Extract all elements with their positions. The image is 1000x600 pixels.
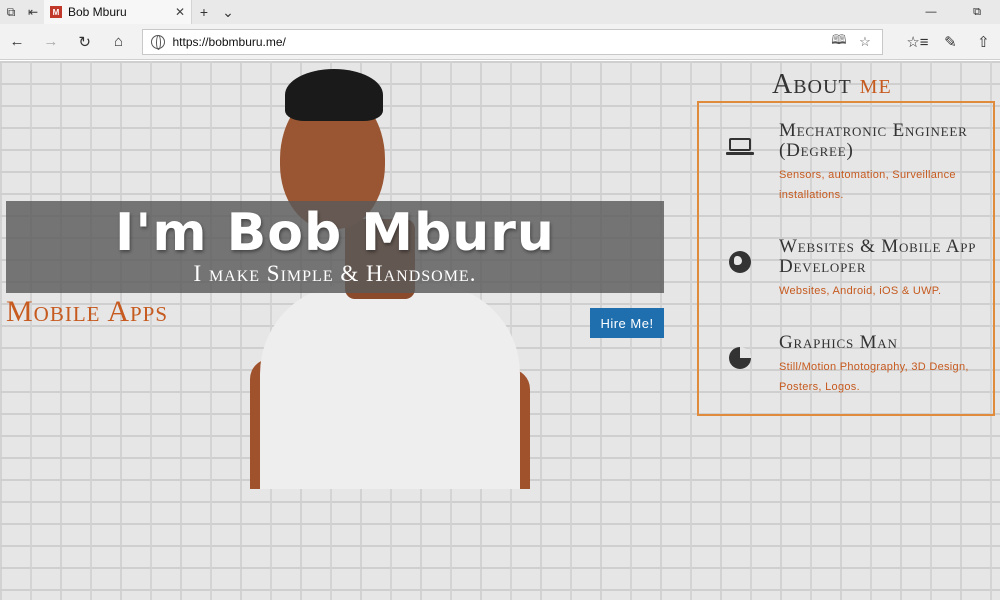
laptop-icon bbox=[726, 131, 754, 157]
pen-icon[interactable]: ✎ bbox=[934, 24, 967, 60]
service-desc: Still/Motion Photography, 3D Design, Pos… bbox=[779, 361, 969, 393]
maximize-icon[interactable]: ⧉ bbox=[954, 0, 1000, 24]
tab-preview-icon[interactable]: ⧉ bbox=[0, 0, 22, 24]
person-hair bbox=[285, 69, 383, 121]
home-icon[interactable]: ⌂ bbox=[102, 24, 136, 60]
tabs-aside-icon[interactable]: ⇤ bbox=[22, 0, 44, 24]
about-title-accent: me bbox=[859, 69, 892, 100]
about-title: About me bbox=[772, 69, 892, 101]
hero-tagline: I make Simple & Handsome. bbox=[193, 261, 477, 286]
service-title: Mechatronic Engineer (Degree) bbox=[779, 120, 968, 161]
globe-icon bbox=[727, 249, 753, 275]
about-panel: Mechatronic Engineer (Degree) Sensors, a… bbox=[697, 101, 995, 416]
site-favicon-icon: M bbox=[50, 6, 62, 18]
refresh-icon[interactable]: ↻ bbox=[68, 24, 102, 60]
tab-list-chevron-icon[interactable]: ⌄ bbox=[216, 0, 240, 24]
close-icon[interactable]: ✕ bbox=[175, 5, 185, 19]
browser-title-bar: ⧉ ⇤ M Bob Mburu ✕ + ⌄ — ⧉ bbox=[0, 0, 1000, 24]
new-tab-icon[interactable]: + bbox=[192, 0, 216, 24]
favorite-star-icon[interactable]: ☆ bbox=[856, 34, 874, 50]
address-bar[interactable]: https://bobmburu.me/ 🕮 ☆ bbox=[141, 28, 883, 55]
hero-rotating-word: Mobile Apps bbox=[6, 295, 169, 328]
service-title: Graphics Man bbox=[779, 332, 898, 353]
browser-nav-bar: ← → ↻ ⌂ https://bobmburu.me/ 🕮 ☆ ☆≡ ✎ ⇧ bbox=[0, 24, 1000, 60]
title-bar-drag-area[interactable] bbox=[240, 0, 908, 24]
pie-chart-icon bbox=[727, 345, 753, 371]
forward-icon[interactable]: → bbox=[34, 24, 68, 60]
person-shirt bbox=[260, 284, 520, 489]
service-desc: Websites, Android, iOS & UWP. bbox=[779, 285, 942, 297]
tab-title: Bob Mburu bbox=[68, 5, 127, 19]
favorites-hub-icon[interactable]: ☆≡ bbox=[901, 24, 934, 60]
service-desc: Sensors, automation, Surveillance instal… bbox=[779, 169, 956, 201]
minimize-icon[interactable]: — bbox=[908, 0, 954, 24]
url-text[interactable]: https://bobmburu.me/ bbox=[173, 35, 822, 49]
site-info-icon[interactable] bbox=[150, 34, 165, 50]
hero-name: I'm Bob Mburu bbox=[115, 203, 555, 263]
hire-me-button[interactable]: Hire Me! bbox=[590, 308, 664, 338]
page-content: I'm Bob Mburu I make Simple & Handsome. … bbox=[0, 61, 1000, 600]
about-title-main: About bbox=[772, 69, 852, 100]
browser-tab[interactable]: M Bob Mburu ✕ bbox=[44, 0, 192, 24]
share-icon[interactable]: ⇧ bbox=[967, 24, 1000, 60]
reading-view-icon[interactable]: 🕮 bbox=[830, 31, 848, 53]
hero-banner: I'm Bob Mburu I make Simple & Handsome. bbox=[6, 201, 664, 293]
back-icon[interactable]: ← bbox=[0, 24, 34, 60]
service-title: Websites & Mobile App Developer bbox=[779, 236, 977, 277]
